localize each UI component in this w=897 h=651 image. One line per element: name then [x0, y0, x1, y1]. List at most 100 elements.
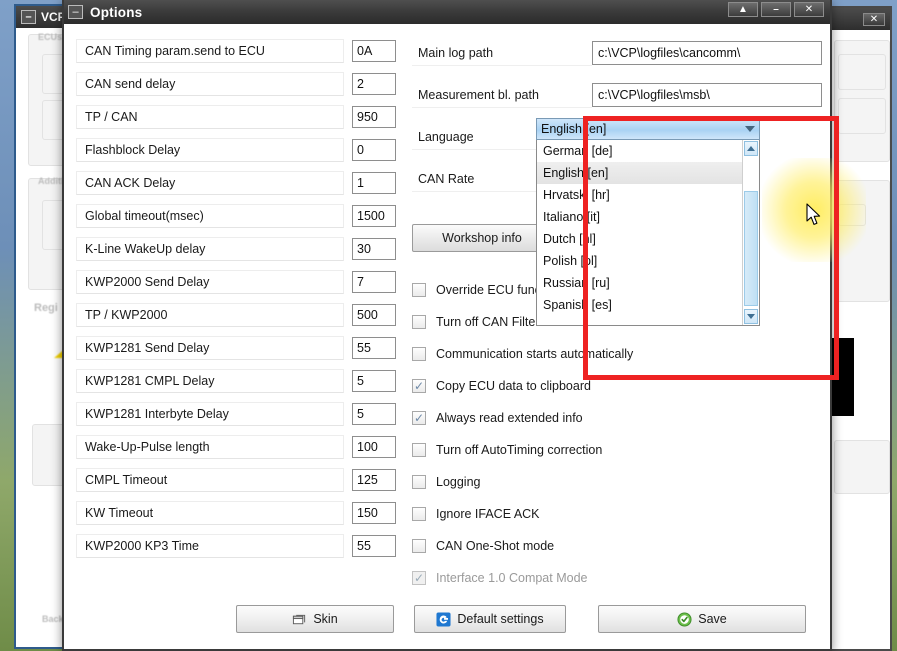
default-settings-button[interactable]: Default settings	[414, 605, 566, 633]
checkbox-row-turn-off-autotiming-correction[interactable]: ✓ Turn off AutoTiming correction	[412, 434, 812, 466]
param-row: KWP1281 Send Delay 55	[76, 335, 396, 361]
checkbox-row-copy-ecu-data-to-clipboard[interactable]: ✓ Copy ECU data to clipboard	[412, 370, 812, 402]
param-input[interactable]: 150	[352, 502, 396, 524]
restore-button[interactable]: ▲	[728, 2, 758, 17]
language-dropdown-toggle[interactable]: English [en]	[536, 118, 760, 140]
scrollbar-track[interactable]	[743, 157, 759, 308]
scrollbar-thumb[interactable]	[744, 191, 758, 306]
param-row: KW Timeout 150	[76, 500, 396, 526]
skin-button-label: Skin	[313, 612, 337, 626]
language-dropdown[interactable]: English [en] German [de] English [en] Hr…	[536, 118, 760, 326]
dialog-titlebar[interactable]: – Options ▲ – ✕	[64, 0, 830, 24]
bg-label-additional: Additi	[38, 176, 64, 186]
param-input[interactable]: 500	[352, 304, 396, 326]
param-input[interactable]: 7	[352, 271, 396, 293]
language-option-spanish[interactable]: Spanish [es]	[537, 294, 742, 316]
skin-button[interactable]: Skin	[236, 605, 394, 633]
param-input[interactable]: 125	[352, 469, 396, 491]
minimize-button[interactable]: –	[761, 2, 791, 17]
param-label: CMPL Timeout	[76, 468, 344, 492]
param-input[interactable]: 2	[352, 73, 396, 95]
param-row: KWP2000 KP3 Time 55	[76, 533, 396, 559]
param-label: KW Timeout	[76, 501, 344, 525]
language-option-polish[interactable]: Polish [pl]	[537, 250, 742, 272]
language-list-scrollbar[interactable]	[742, 140, 759, 325]
close-icon[interactable]: ✕	[863, 13, 885, 26]
param-input[interactable]: 30	[352, 238, 396, 260]
checkbox-icon[interactable]: ✓	[412, 443, 426, 457]
param-input[interactable]: 950	[352, 106, 396, 128]
param-input[interactable]: 55	[352, 535, 396, 557]
param-input[interactable]: 5	[352, 370, 396, 392]
checkbox-row-can-one-shot-mode[interactable]: ✓ CAN One-Shot mode	[412, 530, 812, 562]
bg-right-item-1	[838, 54, 886, 90]
bg-right-dark-block	[832, 338, 854, 416]
system-menu-icon[interactable]: –	[68, 5, 83, 19]
checkbox-row-always-read-extended-info[interactable]: ✓ Always read extended info	[412, 402, 812, 434]
checkbox-label: Interface 1.0 Compat Mode	[436, 571, 587, 585]
background-window-right[interactable]: ✕	[826, 6, 892, 651]
checkbox-icon[interactable]: ✓	[412, 379, 426, 393]
language-option-hrvatski[interactable]: Hrvatski [hr]	[537, 184, 742, 206]
param-input[interactable]: 1	[352, 172, 396, 194]
checkbox-row-ignore-iface-ack[interactable]: ✓ Ignore IFACE ACK	[412, 498, 812, 530]
language-selected-value: English [en]	[541, 122, 745, 136]
chevron-down-icon[interactable]	[745, 126, 755, 132]
param-row: KWP1281 CMPL Delay 5	[76, 368, 396, 394]
checkbox-row-communication-starts-automatically[interactable]: ✓ Communication starts automatically	[412, 338, 812, 370]
checkbox-label: Turn off AutoTiming correction	[436, 443, 602, 457]
checkbox-icon[interactable]: ✓	[412, 315, 426, 329]
scroll-up-button[interactable]	[744, 141, 758, 156]
chevron-up-icon	[747, 146, 755, 151]
checkbox-icon[interactable]: ✓	[412, 539, 426, 553]
language-option-dutch[interactable]: Dutch [nl]	[537, 228, 742, 250]
main-log-path-label: Main log path	[412, 40, 592, 66]
language-option-russian[interactable]: Russian [ru]	[537, 272, 742, 294]
param-label: Global timeout(msec)	[76, 204, 344, 228]
param-row: Wake-Up-Pulse length 100	[76, 434, 396, 460]
language-option-italiano[interactable]: Italiano [it]	[537, 206, 742, 228]
checkbox-row-logging[interactable]: ✓ Logging	[412, 466, 812, 498]
param-input[interactable]: 100	[352, 436, 396, 458]
param-label: TP / CAN	[76, 105, 344, 129]
param-input[interactable]: 0	[352, 139, 396, 161]
measurement-path-label: Measurement bl. path	[412, 82, 592, 108]
language-option-english[interactable]: English [en]	[537, 162, 742, 184]
window-controls: ▲ – ✕	[728, 2, 824, 17]
measurement-path-input[interactable]: c:\VCP\logfiles\msb\	[592, 83, 822, 107]
scroll-down-button[interactable]	[744, 309, 758, 324]
checkbox-icon[interactable]: ✓	[412, 347, 426, 361]
checkbox-icon[interactable]: ✓	[412, 475, 426, 489]
param-input[interactable]: 55	[352, 337, 396, 359]
default-settings-button-label: Default settings	[457, 612, 543, 626]
param-label: K-Line WakeUp delay	[76, 237, 344, 261]
param-label: KWP2000 KP3 Time	[76, 534, 344, 558]
param-row: KWP2000 Send Delay 7	[76, 269, 396, 295]
workshop-info-button[interactable]: Workshop info	[412, 224, 552, 252]
save-button[interactable]: Save	[598, 605, 806, 633]
param-row: Flashblock Delay 0	[76, 137, 396, 163]
checkbox-label: Turn off CAN Filter	[436, 315, 540, 329]
param-input[interactable]: 1500	[352, 205, 396, 227]
main-log-path-input[interactable]: c:\VCP\logfiles\cancomm\	[592, 41, 822, 65]
param-input[interactable]: 0A	[352, 40, 396, 62]
checkbox-icon[interactable]: ✓	[412, 283, 426, 297]
param-input[interactable]: 5	[352, 403, 396, 425]
param-label: KWP1281 Send Delay	[76, 336, 344, 360]
language-option-german[interactable]: German [de]	[537, 140, 742, 162]
bg-footer-label: Back	[42, 614, 64, 624]
checkbox-label: Ignore IFACE ACK	[436, 507, 540, 521]
language-options-list[interactable]: German [de] English [en] Hrvatski [hr] I…	[536, 140, 760, 326]
measurement-path-row: Measurement bl. path c:\VCP\logfiles\msb…	[412, 80, 822, 110]
checkbox-label: Always read extended info	[436, 411, 583, 425]
background-window-right-titlebar: ✕	[828, 8, 890, 30]
refresh-icon	[436, 612, 451, 627]
chevron-down-icon	[747, 314, 755, 319]
checkbox-icon[interactable]: ✓	[412, 411, 426, 425]
main-log-path-row: Main log path c:\VCP\logfiles\cancomm\	[412, 38, 822, 68]
close-button[interactable]: ✕	[794, 2, 824, 17]
checkbox-icon[interactable]: ✓	[412, 507, 426, 521]
param-label: Flashblock Delay	[76, 138, 344, 162]
param-label: CAN send delay	[76, 72, 344, 96]
param-label: KWP2000 Send Delay	[76, 270, 344, 294]
